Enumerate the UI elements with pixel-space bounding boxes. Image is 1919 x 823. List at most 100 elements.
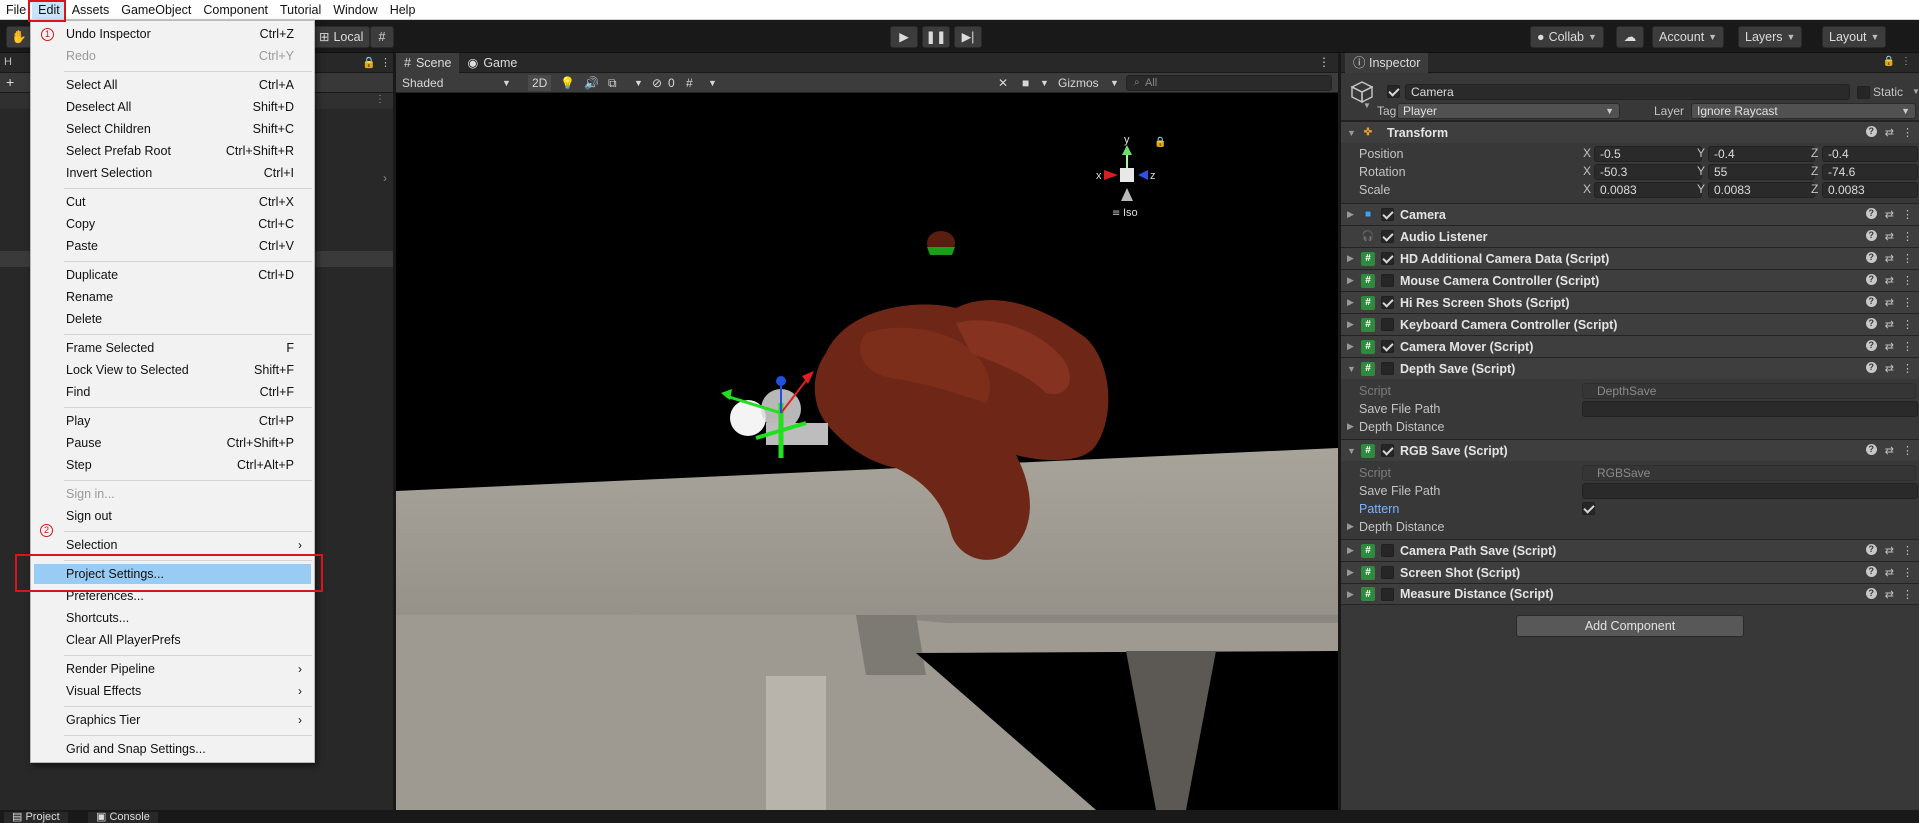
chevron-down-icon[interactable]: ▼ [1347,128,1359,138]
gameobject-active-checkbox[interactable] [1387,85,1400,98]
help-icon[interactable]: ? [1865,296,1877,307]
menu-item-play[interactable]: Play Ctrl+P [31,411,314,431]
grid-snap-button[interactable]: # [370,26,394,48]
layer-dropdown[interactable]: Ignore Raycast ▼ [1691,103,1916,119]
save-file-path-field[interactable] [1582,483,1918,499]
menu-item-copy[interactable]: Copy Ctrl+C [31,214,314,234]
menu-item-invert-selection[interactable]: Invert Selection Ctrl+I [31,163,314,183]
menu-file[interactable]: File [0,0,32,20]
add-component-button[interactable]: Add Component [1516,615,1744,637]
lock-icon[interactable]: 🔒 [362,56,376,69]
component-keyboard-camera-controller[interactable]: ▶ # Keyboard Camera Controller (Script) … [1341,313,1919,335]
more-options-icon[interactable]: ⋮ [1902,340,1913,353]
menu-item-select-children[interactable]: Select Children Shift+C [31,119,314,139]
preset-icon[interactable]: ⇄ [1885,588,1894,601]
tab-console[interactable]: ▣ Console [88,812,158,823]
static-checkbox[interactable] [1857,86,1870,99]
preset-icon[interactable]: ⇄ [1885,444,1894,457]
component-rgb-save[interactable]: ▼ # RGB Save (Script) ? ⇄ ⋮ [1341,439,1919,461]
component-enabled-checkbox[interactable] [1381,566,1394,579]
more-options-icon[interactable]: ⋮ [1902,318,1913,331]
more-options-icon[interactable]: ⋮ [1902,274,1913,287]
menu-item-rename[interactable]: Rename [31,287,314,307]
position-y-field[interactable]: -0.4 [1708,146,1815,162]
menu-item-shortcuts[interactable]: Shortcuts... [31,608,314,628]
rotation-x-field[interactable]: -50.3 [1594,164,1702,180]
help-icon[interactable]: ? [1865,544,1877,555]
more-options-icon[interactable]: ⋮ [1902,230,1913,243]
camera-icon[interactable]: ■ [1022,75,1029,91]
menu-item-step[interactable]: Step Ctrl+Alt+P [31,455,314,475]
help-icon[interactable]: ? [1865,252,1877,263]
rgb-save-distance-row[interactable]: ▶ Depth Distance [1341,518,1919,536]
more-options-icon[interactable]: ⋮ [1902,362,1913,375]
menu-gameobject[interactable]: GameObject [115,0,197,20]
scale-x-field[interactable]: 0.0083 [1594,182,1702,198]
pause-button[interactable]: ❚❚ [922,26,950,48]
tools-icon[interactable]: ✕ [998,75,1008,91]
chevron-right-icon[interactable]: ▶ [1347,319,1359,330]
help-icon[interactable]: ? [1865,274,1877,285]
component-camera[interactable]: ▶ ■ Camera ? ⇄ ⋮ [1341,203,1919,225]
position-z-field[interactable]: -0.4 [1822,146,1918,162]
tag-dropdown[interactable]: Player ▼ [1397,103,1620,119]
menu-item-find[interactable]: Find Ctrl+F [31,382,314,402]
more-options-icon[interactable]: ⋮ [1902,588,1913,601]
chevron-right-icon[interactable]: ▶ [1347,567,1359,578]
menu-item-preferences[interactable]: Preferences... [31,586,314,606]
more-options-icon[interactable]: ⋮ [1318,55,1330,69]
menu-assets[interactable]: Assets [66,0,116,20]
chevron-down-icon[interactable]: ▼ [1347,446,1359,456]
menu-item-select-prefab-root[interactable]: Select Prefab Root Ctrl+Shift+R [31,141,314,161]
component-depth-save[interactable]: ▼ # Depth Save (Script) ? ⇄ ⋮ [1341,357,1919,379]
preset-icon[interactable]: ⇄ [1885,230,1894,243]
menu-item-paste[interactable]: Paste Ctrl+V [31,236,314,256]
menu-item-deselect-all[interactable]: Deselect All Shift+D [31,97,314,117]
menu-help[interactable]: Help [384,0,422,20]
depth-save-distance-row[interactable]: ▶ Depth Distance [1341,418,1919,436]
tab-game[interactable]: ◉ Game [459,53,525,73]
account-dropdown[interactable]: Account ▼ [1652,26,1725,48]
scene-search-input[interactable]: All [1126,75,1332,91]
preset-icon[interactable]: ⇄ [1885,252,1894,265]
menu-item-sign-out[interactable]: Sign out [31,506,314,526]
component-camera-mover[interactable]: ▶ # Camera Mover (Script) ? ⇄ ⋮ [1341,335,1919,357]
menu-item-cut[interactable]: Cut Ctrl+X [31,192,314,212]
component-screen-shot[interactable]: ▶ # Screen Shot (Script) ? ⇄ ⋮ [1341,561,1919,583]
component-enabled-checkbox[interactable] [1381,230,1394,243]
component-hd-additional-camera-data[interactable]: ▶ # HD Additional Camera Data (Script) ?… [1341,247,1919,269]
component-camera-path-save[interactable]: ▶ # Camera Path Save (Script) ? ⇄ ⋮ [1341,539,1919,561]
scale-z-field[interactable]: 0.0083 [1822,182,1918,198]
more-options-icon[interactable]: ⋮ [1902,208,1913,221]
menu-tutorial[interactable]: Tutorial [274,0,327,20]
more-options-icon[interactable]: ⋮ [1902,126,1913,139]
component-mouse-camera-controller[interactable]: ▶ # Mouse Camera Controller (Script) ? ⇄ ⋮ [1341,269,1919,291]
chevron-down-icon[interactable]: ▼ [1912,87,1919,96]
more-options-icon[interactable]: ⋮ [1902,544,1913,557]
scale-y-field[interactable]: 0.0083 [1708,182,1815,198]
menu-item-selection[interactable]: Selection › [31,535,314,555]
menu-item-grid-snap-settings[interactable]: Grid and Snap Settings... [31,739,314,759]
lock-icon[interactable]: 🔒 [1883,56,1895,67]
pivot-local-toggle[interactable]: ⊞ Local [312,26,371,48]
menu-item-undo[interactable]: Undo Inspector Ctrl+Z [31,24,314,44]
more-options-icon[interactable]: ⋮ [1902,566,1913,579]
chevron-right-icon[interactable]: › [383,171,387,185]
menu-item-project-settings[interactable]: Project Settings... [34,564,311,584]
menu-item-pause[interactable]: Pause Ctrl+Shift+P [31,433,314,453]
position-x-field[interactable]: -0.5 [1594,146,1702,162]
effects-icon[interactable]: ⧉ [608,75,617,91]
grid-icon[interactable]: # [686,75,693,91]
component-enabled-checkbox[interactable] [1381,318,1394,331]
help-icon[interactable]: ? [1865,362,1877,373]
cloud-button[interactable]: ☁ [1616,26,1644,48]
help-icon[interactable]: ? [1865,126,1877,137]
gizmos-dropdown[interactable]: Gizmos [1058,75,1099,91]
lighting-icon[interactable]: 💡 [560,75,575,91]
component-enabled-checkbox[interactable] [1381,544,1394,557]
component-transform[interactable]: ▼ ✜ Transform ? ⇄ ⋮ [1341,121,1919,143]
more-options-icon[interactable]: ⋮ [1902,252,1913,265]
save-file-path-field[interactable] [1582,401,1918,417]
hierarchy-tab[interactable]: H [4,56,12,68]
menu-item-redo[interactable]: Redo Ctrl+Y [31,46,314,66]
